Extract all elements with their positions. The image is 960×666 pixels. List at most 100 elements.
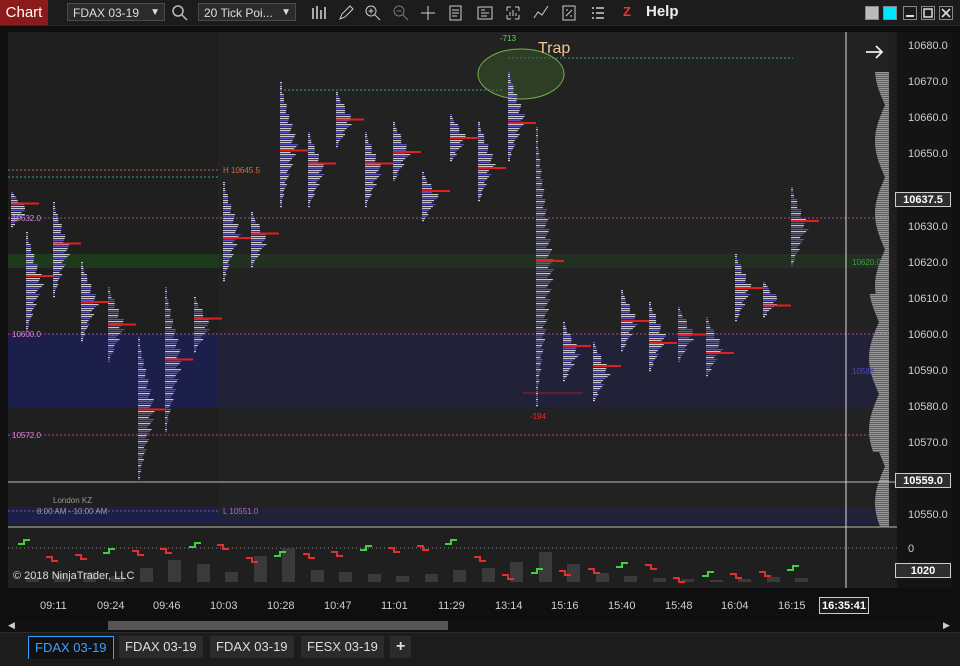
profile-row (791, 195, 794, 197)
chart-menu-button[interactable]: Chart (0, 0, 48, 25)
session-profile-row (883, 108, 889, 110)
profile-row (536, 177, 541, 179)
alerts-icon[interactable] (560, 4, 578, 22)
profile-row (223, 252, 231, 254)
arrow-right-icon[interactable] (864, 42, 886, 65)
crosshair-icon[interactable] (419, 4, 437, 22)
profile-row (678, 353, 684, 355)
session-profile-row (884, 250, 889, 252)
tab-fdax-3[interactable]: FDAX 03-19 (210, 636, 294, 658)
profile-row (165, 321, 173, 323)
profile-row (706, 323, 710, 325)
session-profile-row (869, 360, 889, 362)
zoom-in-icon[interactable] (364, 4, 382, 22)
profile-row (108, 319, 124, 321)
profile-row (165, 341, 178, 343)
profile-row (508, 130, 518, 132)
profile-row (706, 347, 718, 349)
profile-row (26, 302, 34, 304)
instrument-selector[interactable]: FDAX 03-19 ▼ (67, 3, 165, 21)
profile-row (536, 359, 543, 361)
profile-row (536, 385, 539, 387)
profile-row (450, 120, 454, 122)
session-profile-row (876, 398, 889, 400)
help-menu[interactable]: Help (646, 3, 679, 20)
profile-row (536, 327, 543, 329)
bar-type-icon[interactable] (310, 4, 328, 22)
profile-row (563, 376, 567, 378)
delta-volume-bar (767, 577, 780, 582)
profile-row (649, 332, 660, 334)
profile-row (536, 219, 549, 221)
add-tab-button[interactable]: + (390, 636, 412, 658)
tab-fdax-1[interactable]: FDAX 03-19 (28, 636, 114, 659)
london-kz-label: London KZ (53, 496, 93, 505)
time-tick-label: 09:46 (153, 600, 181, 612)
tab-fesx[interactable]: FESX 03-19 (301, 636, 384, 658)
tab-fdax-2[interactable]: FDAX 03-19 (119, 636, 203, 658)
profile-row (280, 172, 287, 174)
profile-row (108, 303, 115, 305)
profile-row (280, 196, 284, 198)
zoom-out-icon[interactable] (392, 4, 410, 22)
z-logo-icon[interactable]: Z (623, 4, 637, 20)
session-profile-row (873, 408, 889, 410)
scrollbar-thumb[interactable] (108, 621, 448, 630)
search-icon[interactable] (171, 4, 189, 22)
profile-row (365, 186, 375, 188)
profile-row (11, 196, 16, 198)
profile-row (26, 296, 39, 298)
profile-row (365, 154, 376, 156)
gray-color-icon[interactable] (865, 6, 879, 20)
session-profile-row (877, 270, 889, 272)
profile-row (735, 312, 739, 314)
profile-row (280, 152, 291, 154)
horizontal-scrollbar[interactable] (8, 620, 952, 631)
scroll-left-icon[interactable]: ◀ (8, 620, 15, 631)
chart-trader-icon[interactable] (504, 4, 522, 22)
scroll-right-icon[interactable]: ▶ (943, 620, 950, 631)
delta-volume-bar (653, 578, 666, 582)
session-profile-row (875, 210, 889, 212)
profile-row (791, 217, 801, 219)
session-profile-row (880, 188, 889, 190)
cyan-color-icon[interactable] (883, 6, 897, 20)
profile-row (649, 360, 654, 362)
pencil-icon[interactable] (337, 4, 355, 22)
profile-row (649, 308, 652, 310)
profile-row (422, 220, 424, 222)
session-profile-row (869, 428, 889, 430)
profile-row (678, 341, 691, 343)
profile-row (53, 288, 57, 290)
profile-row (621, 346, 625, 348)
profile-row (536, 303, 548, 305)
profile-row (138, 395, 149, 397)
profile-row (194, 305, 199, 307)
minimize-icon[interactable] (903, 6, 917, 20)
profile-row (223, 260, 230, 262)
profile-row (280, 96, 284, 98)
profile-row (536, 405, 538, 407)
profile-row (138, 421, 153, 423)
profile-row (536, 245, 548, 247)
data-box-icon[interactable] (447, 4, 465, 22)
interval-selector[interactable]: 20 Tick Poi... ▼ (198, 3, 296, 21)
profile-row (223, 240, 235, 242)
close-icon[interactable] (939, 6, 953, 20)
va-right-label: 10588 (852, 367, 875, 376)
chart-panel[interactable] (8, 32, 897, 588)
delta-volume-bar (624, 576, 637, 582)
profile-row (593, 396, 597, 398)
profile-row (223, 258, 231, 260)
profile-row (336, 114, 351, 116)
profile-row (536, 191, 544, 193)
session-profile-row (870, 298, 889, 300)
profile-row (365, 170, 379, 172)
profile-row (138, 373, 146, 375)
maximize-icon[interactable] (921, 6, 935, 20)
strategy-icon[interactable] (532, 4, 550, 22)
profile-row (706, 369, 712, 371)
profile-row (365, 180, 375, 182)
properties-icon[interactable] (476, 4, 494, 22)
list-icon[interactable] (589, 4, 607, 22)
